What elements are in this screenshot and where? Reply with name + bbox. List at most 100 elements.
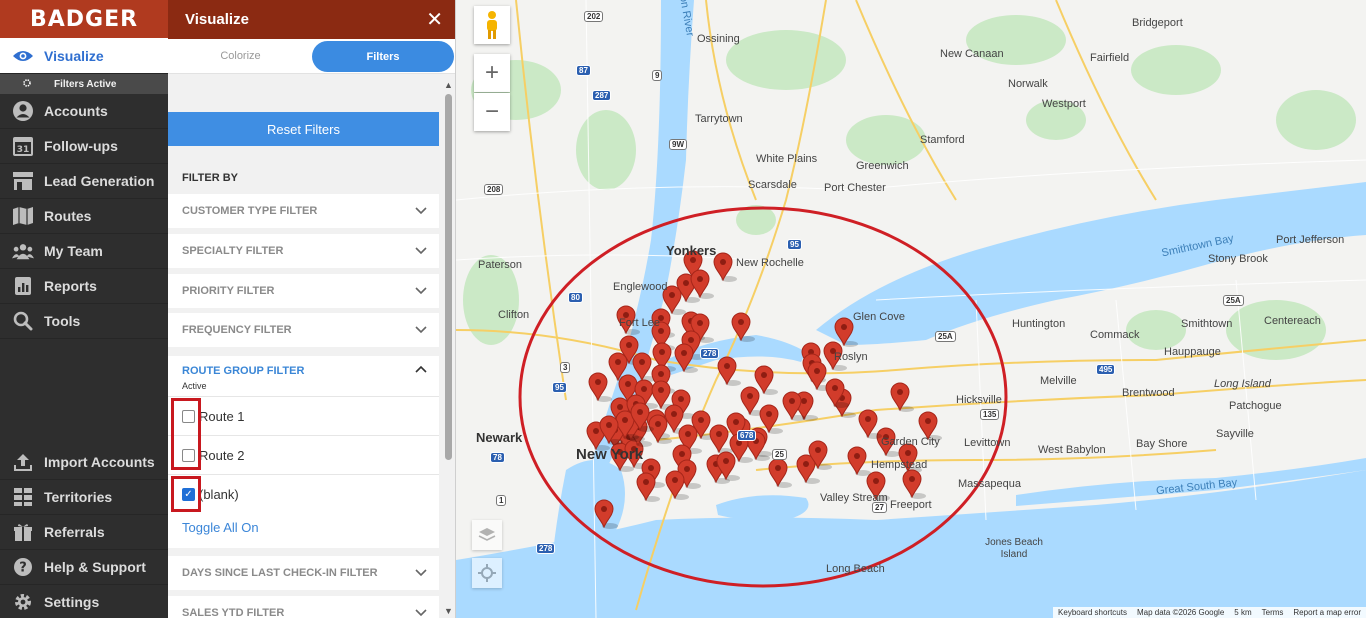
panel-title: Visualize (185, 11, 249, 28)
marker-dot (789, 398, 795, 404)
nav-item-follow-ups[interactable]: 31 Follow-ups (0, 129, 168, 164)
panel-scrollbar[interactable]: ▲ ▼ (442, 78, 454, 618)
frequency-filter[interactable]: FREQUENCY FILTER (168, 313, 439, 347)
scroll-down-icon[interactable]: ▼ (444, 606, 453, 616)
tab-filters[interactable]: Filters (312, 41, 454, 72)
reset-filters-button[interactable]: Reset Filters (168, 112, 439, 146)
route-shield: 25 (772, 449, 787, 460)
scrollbar-thumb[interactable] (445, 94, 452, 460)
map-area[interactable]: New York Newark Yonkers New Rochelle Tar… (456, 0, 1366, 618)
priority-filter[interactable]: PRIORITY FILTER (168, 274, 439, 308)
report-error-link[interactable]: Report a map error (1288, 607, 1366, 618)
nav-item-territories[interactable]: Territories (0, 480, 168, 515)
filter-label: FREQUENCY FILTER (182, 324, 292, 336)
highlight-box-routes (171, 398, 201, 470)
nav-item-referrals[interactable]: Referrals (0, 515, 168, 550)
nav-item-accounts[interactable]: Accounts (0, 94, 168, 129)
marker-dot (641, 386, 647, 392)
marker-dot (925, 418, 931, 424)
label-hauppauge: Hauppauge (1164, 346, 1221, 358)
marker-dot (897, 389, 903, 395)
customer-type-filter[interactable]: CUSTOMER TYPE FILTER (168, 194, 439, 228)
label-stamford: Stamford (920, 134, 965, 146)
route-option-route-2[interactable]: Route 2 (168, 435, 439, 474)
terms-link[interactable]: Terms (1257, 607, 1289, 618)
chevron-down-icon (415, 323, 427, 337)
help-icon: ? (12, 556, 34, 578)
route-shield: 287 (592, 90, 612, 101)
label-scarsdale: Scarsdale (748, 179, 797, 191)
nav-label: Follow-ups (44, 138, 118, 154)
scroll-up-icon[interactable]: ▲ (444, 80, 453, 90)
marker-dot (601, 506, 607, 512)
nav-label: Referrals (44, 524, 105, 540)
route-group-title[interactable]: ROUTE GROUP FILTER (182, 365, 304, 377)
filter-label: SPECIALTY FILTER (182, 245, 284, 257)
filter-gear-icon (22, 78, 32, 91)
person-icon (12, 100, 34, 122)
marker-dot (681, 350, 687, 356)
close-icon[interactable]: ✕ (426, 10, 443, 30)
nav-label: Lead Generation (44, 173, 155, 189)
label-levittown: Levittown (964, 437, 1011, 449)
label-port-chester: Port Chester (824, 182, 886, 194)
nav-item-reports[interactable]: Reports (0, 269, 168, 304)
toggle-all-link[interactable]: Toggle All On (182, 520, 259, 535)
zoom-in-button[interactable]: + (474, 54, 510, 92)
route-option-route-1[interactable]: Route 1 (168, 396, 439, 435)
specialty-filter[interactable]: SPECIALTY FILTER (168, 234, 439, 268)
filter-by-heading: FILTER BY (182, 172, 239, 184)
route-group-status: Active (182, 381, 207, 391)
nav-item-settings[interactable]: Settings (0, 585, 168, 618)
label-melville: Melville (1040, 375, 1077, 387)
route-option-blank[interactable]: ✓ (blank) (168, 474, 439, 513)
marker-dot (648, 465, 654, 471)
label-fairfield: Fairfield (1090, 52, 1130, 64)
nav-item-tools[interactable]: Tools (0, 304, 168, 339)
svg-text:?: ? (19, 561, 27, 576)
tab-colorize[interactable]: Colorize (168, 50, 313, 62)
nav-item-help-support[interactable]: ? Help & Support (0, 550, 168, 585)
marker-dot (803, 461, 809, 467)
marker-dot (909, 476, 915, 482)
filter-label: CUSTOMER TYPE FILTER (182, 205, 318, 217)
nav-label: Reports (44, 278, 97, 294)
sales-ytd-filter[interactable]: SALES YTD FILTER (168, 596, 439, 618)
label-long-island: Long Island (1214, 378, 1271, 390)
label-bay-shore: Bay Shore (1136, 438, 1188, 450)
nav-item-import-accounts[interactable]: Import Accounts (0, 445, 168, 480)
marker-dot (814, 368, 820, 374)
street-view-pegman-icon[interactable] (474, 6, 510, 44)
days-since-checkin-filter[interactable]: DAYS SINCE LAST CHECK-IN FILTER (168, 556, 439, 590)
label-fort-lee: Fort Lee (619, 317, 660, 329)
zoom-out-button[interactable]: − (474, 93, 510, 131)
my-location-icon[interactable] (472, 558, 502, 588)
marker-dot (720, 259, 726, 265)
keyboard-shortcuts-link[interactable]: Keyboard shortcuts (1053, 607, 1132, 618)
nav-item-visualize[interactable]: Visualize (0, 38, 168, 74)
route-shield: 135 (980, 409, 1000, 420)
marker-dot (659, 349, 665, 355)
nav-label: Territories (44, 489, 113, 505)
label-white-plains: White Plains (756, 153, 818, 165)
marker-dot (733, 419, 739, 425)
route-shield: 678 (737, 430, 757, 441)
badger-logo[interactable]: BADGER (0, 0, 168, 38)
tools-icon (12, 310, 34, 332)
nav-label: Accounts (44, 103, 108, 119)
nav-item-routes[interactable]: Routes (0, 199, 168, 234)
label-westport: Westport (1042, 98, 1086, 110)
marker-dot (716, 431, 722, 437)
marker-dot (841, 324, 847, 330)
nav-item-lead-generation[interactable]: Lead Generation (0, 164, 168, 199)
calendar-icon: 31 (12, 135, 34, 157)
nav-item-my-team[interactable]: My Team (0, 234, 168, 269)
left-navigation: BADGER Visualize Filters Active Accounts… (0, 0, 168, 618)
nav-label: Tools (44, 313, 81, 329)
nav-bottom-group: Import Accounts Territories Referrals ? … (0, 445, 168, 618)
marker-dot (655, 421, 661, 427)
marker-dot (697, 276, 703, 282)
layers-icon[interactable] (472, 520, 502, 550)
label-new-rochelle: New Rochelle (736, 257, 804, 269)
chevron-up-icon[interactable] (415, 362, 427, 376)
